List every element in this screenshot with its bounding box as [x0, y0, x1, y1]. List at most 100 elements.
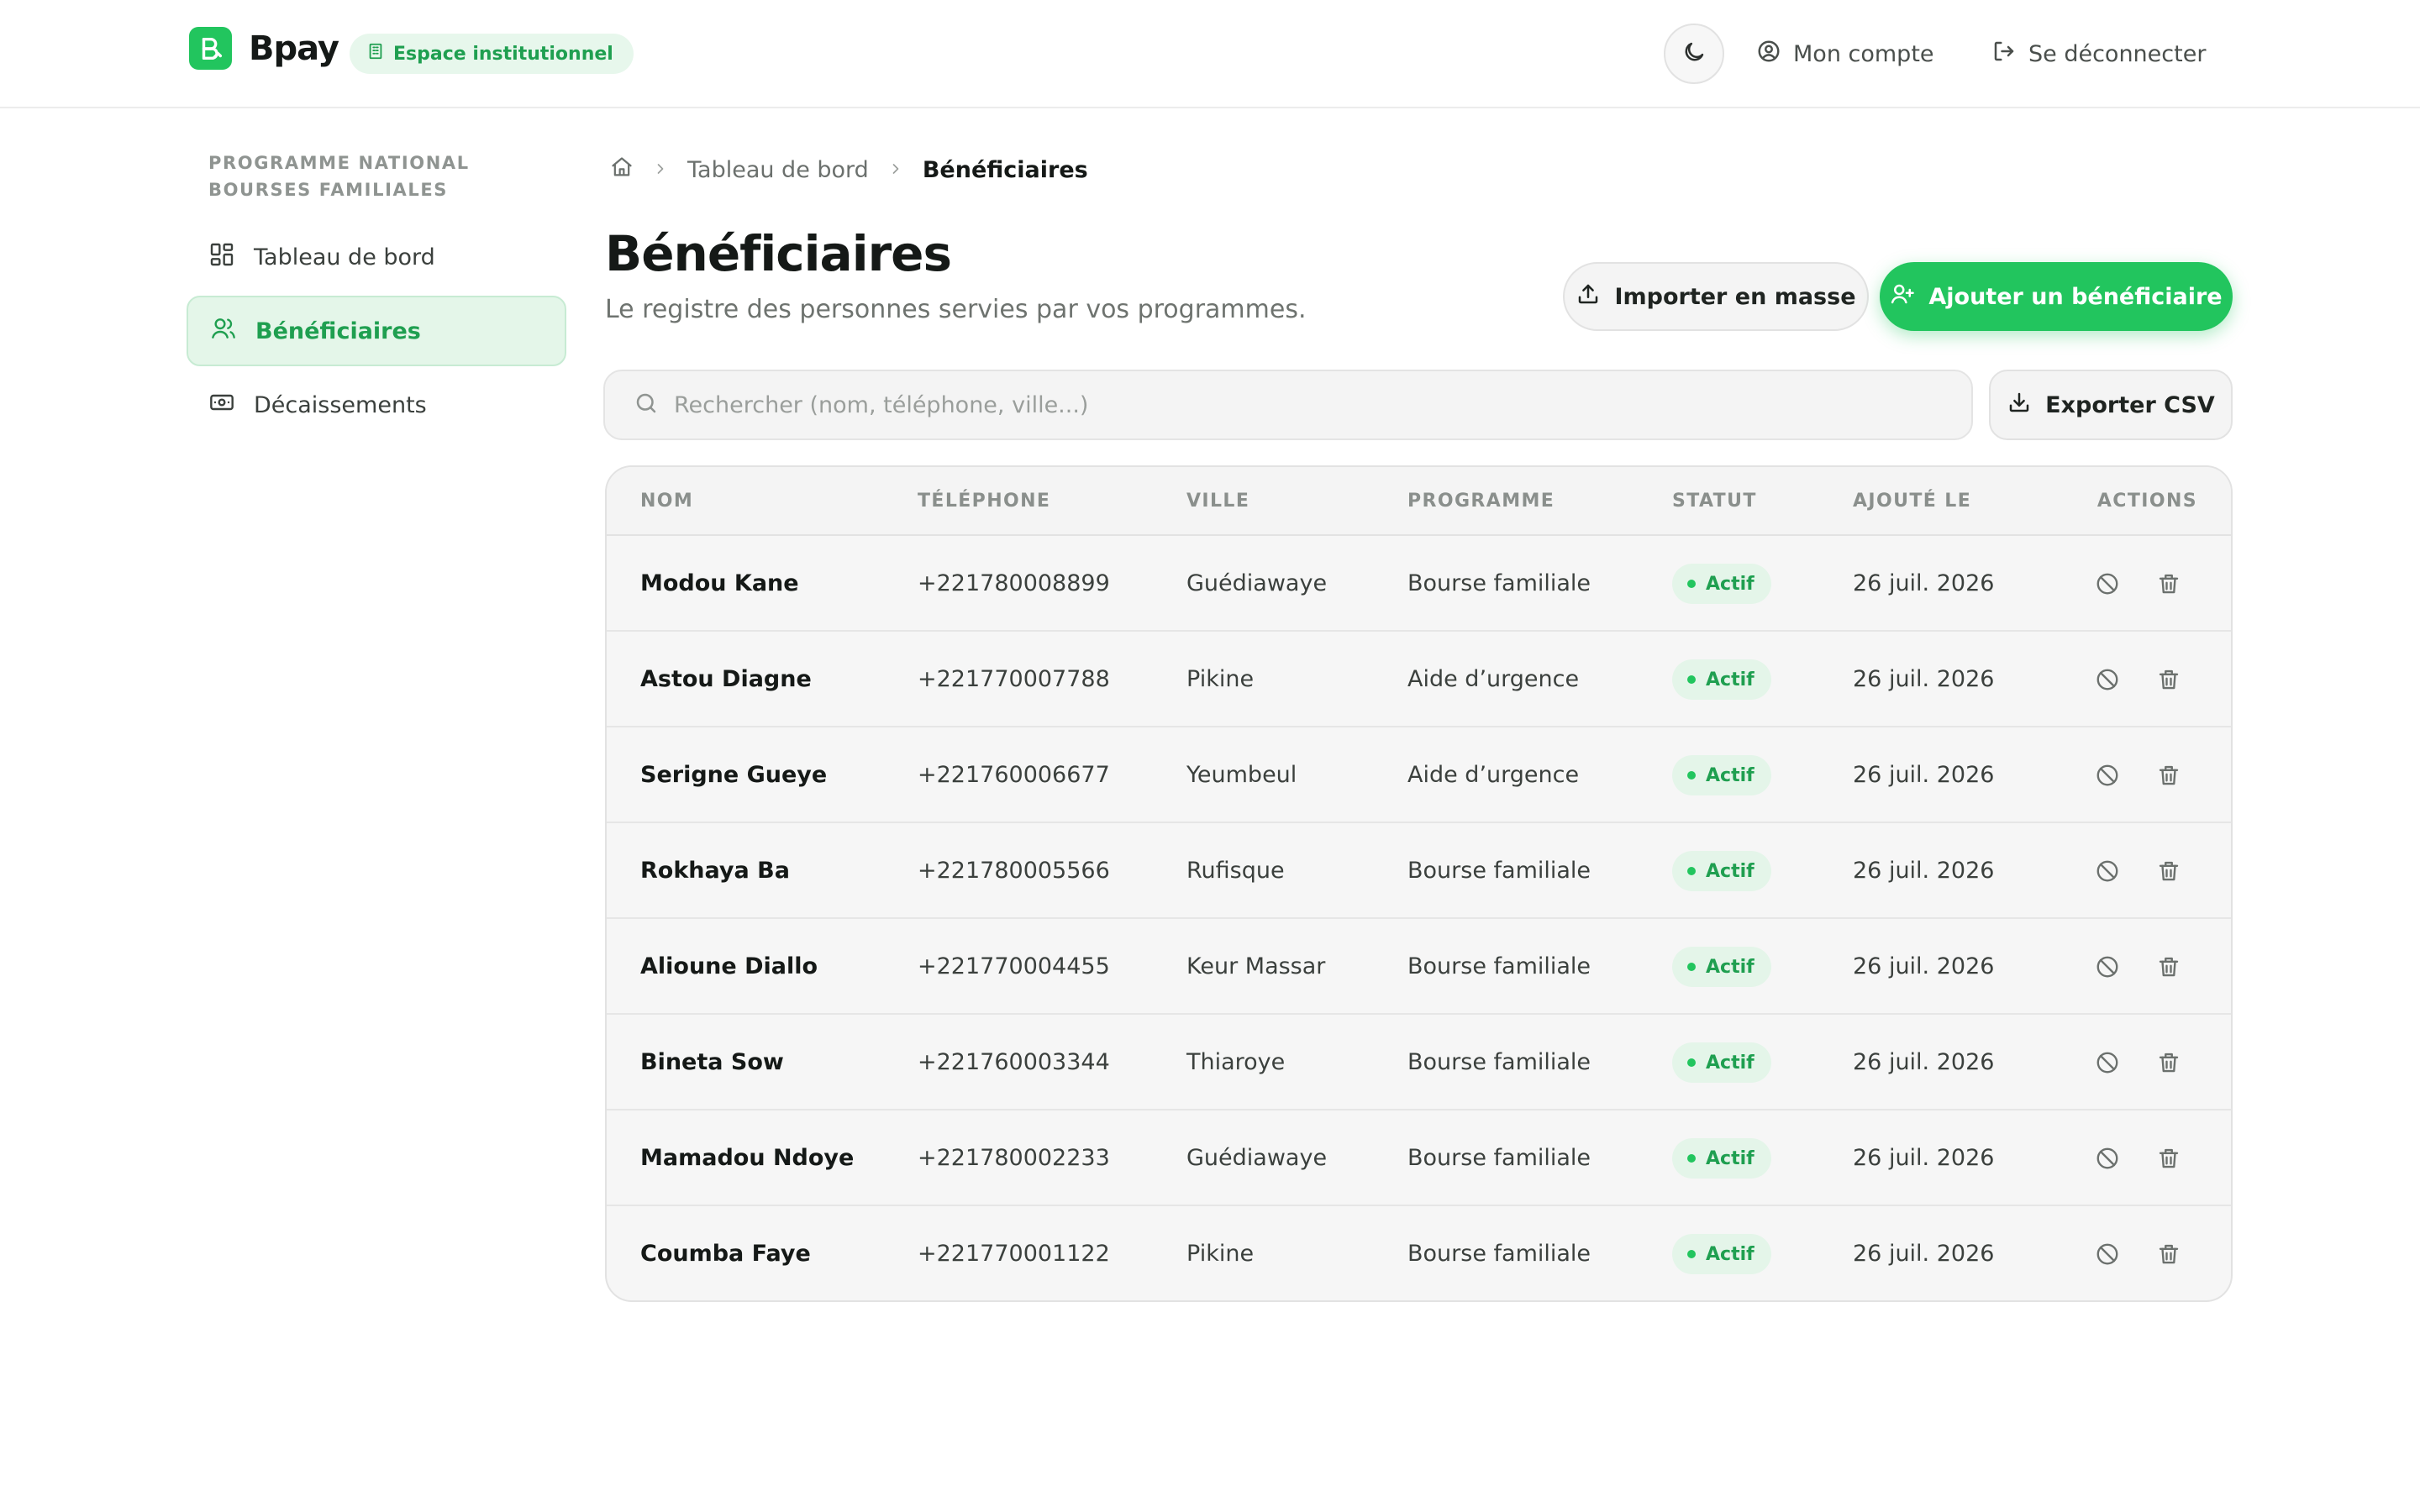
- beneficiary-name: Bineta Sow: [640, 1049, 784, 1075]
- download-icon: [2007, 390, 2032, 421]
- beneficiary-city: Keur Massar: [1186, 953, 1326, 979]
- beneficiary-program: Aide d’urgence: [1407, 666, 1580, 692]
- beneficiary-city: Yeumbeul: [1186, 762, 1297, 788]
- deactivate-icon[interactable]: [2094, 1241, 2121, 1268]
- deactivate-icon[interactable]: [2094, 1145, 2121, 1172]
- trash-icon[interactable]: [2155, 858, 2182, 885]
- import-bulk-button[interactable]: Importer en masse: [1563, 262, 1869, 331]
- status-label: Actif: [1706, 956, 1754, 978]
- status-badge: Actif: [1672, 1138, 1771, 1179]
- account-link[interactable]: Mon compte: [1756, 34, 1934, 74]
- deactivate-icon[interactable]: [2094, 953, 2121, 980]
- users-icon: [210, 315, 237, 348]
- status-dot: [1687, 580, 1696, 588]
- breadcrumb: Tableau de bord Bénéficiaires: [610, 153, 1088, 186]
- dashboard-icon: [208, 241, 235, 274]
- beneficiaries-table: NOM TÉLÉPHONE VILLE PROGRAMME STATUT AJO…: [605, 465, 2233, 1302]
- beneficiary-phone: +221770004455: [918, 953, 1110, 979]
- breadcrumb-dashboard-link[interactable]: Tableau de bord: [687, 157, 869, 183]
- beneficiary-added-date: 26 juil. 2026: [1853, 1241, 1995, 1267]
- status-badge: Actif: [1672, 1234, 1771, 1274]
- beneficiary-program: Aide d’urgence: [1407, 762, 1580, 788]
- deactivate-icon[interactable]: [2094, 762, 2121, 789]
- logout-link[interactable]: Se déconnecter: [1991, 34, 2206, 74]
- logout-label: Se déconnecter: [2028, 40, 2207, 67]
- search-input[interactable]: [674, 391, 1934, 418]
- sidebar-item-dashboard[interactable]: Tableau de bord: [187, 222, 566, 292]
- espace-badge-label: Espace institutionnel: [393, 43, 613, 65]
- user-circle-icon: [1756, 39, 1781, 70]
- espace-badge: Espace institutionnel: [350, 34, 634, 74]
- beneficiary-name: Modou Kane: [640, 570, 799, 596]
- deactivate-icon[interactable]: [2094, 666, 2121, 693]
- logout-icon: [1991, 39, 2017, 70]
- table-row[interactable]: Astou Diagne +221770007788 Pikine Aide d…: [607, 632, 2231, 727]
- sidebar-caption-line-2: BOURSES FAMILIALES: [208, 180, 448, 200]
- table-row[interactable]: Bineta Sow +221760003344 Thiaroye Bourse…: [607, 1015, 2231, 1110]
- status-dot: [1687, 675, 1696, 684]
- chevron-right-icon: [652, 157, 669, 183]
- beneficiary-added-date: 26 juil. 2026: [1853, 666, 1995, 692]
- breadcrumb-current: Bénéficiaires: [922, 156, 1088, 183]
- page-subtitle: Le registre des personnes servies par vo…: [605, 295, 1307, 324]
- sidebar-item-label: Décaissements: [254, 391, 427, 418]
- sidebar-item-decaissements[interactable]: Décaissements: [187, 370, 566, 440]
- column-header-city: VILLE: [1186, 491, 1250, 512]
- status-badge: Actif: [1672, 947, 1771, 987]
- status-badge: Actif: [1672, 564, 1771, 604]
- sidebar-item-beneficiaires[interactable]: Bénéficiaires: [187, 296, 566, 366]
- table-row[interactable]: Serigne Gueye +221760006677 Yeumbeul Aid…: [607, 727, 2231, 823]
- table-header: NOM TÉLÉPHONE VILLE PROGRAMME STATUT AJO…: [607, 467, 2231, 536]
- status-label: Actif: [1706, 573, 1754, 595]
- beneficiary-phone: +221760003344: [918, 1049, 1110, 1075]
- table-row[interactable]: Rokhaya Ba +221780005566 Rufisque Bourse…: [607, 823, 2231, 919]
- beneficiary-name: Rokhaya Ba: [640, 858, 790, 884]
- beneficiary-program: Bourse familiale: [1407, 858, 1591, 884]
- export-csv-label: Exporter CSV: [2045, 391, 2215, 418]
- import-bulk-label: Importer en masse: [1614, 283, 1856, 310]
- banknote-icon: [208, 389, 235, 422]
- add-beneficiary-label: Ajouter un bénéficiaire: [1928, 283, 2223, 310]
- bpay-logo-icon[interactable]: [189, 27, 232, 70]
- deactivate-icon[interactable]: [2094, 1049, 2121, 1076]
- trash-icon[interactable]: [2155, 1049, 2182, 1076]
- export-csv-button[interactable]: Exporter CSV: [1989, 370, 2233, 440]
- beneficiary-city: Pikine: [1186, 666, 1255, 692]
- theme-toggle-button[interactable]: [1664, 24, 1724, 84]
- trash-icon[interactable]: [2155, 666, 2182, 693]
- beneficiary-phone: +221780008899: [918, 570, 1110, 596]
- table-row[interactable]: Modou Kane +221780008899 Guédiawaye Bour…: [607, 536, 2231, 632]
- column-header-phone: TÉLÉPHONE: [918, 491, 1051, 512]
- search-icon: [634, 391, 659, 419]
- status-dot: [1687, 867, 1696, 875]
- trash-icon[interactable]: [2155, 1145, 2182, 1172]
- beneficiary-city: Guédiawaye: [1186, 1145, 1328, 1171]
- search-bar[interactable]: [603, 370, 1973, 440]
- add-beneficiary-button[interactable]: Ajouter un bénéficiaire: [1880, 262, 2233, 331]
- column-header-actions: ACTIONS: [2096, 491, 2197, 512]
- upload-icon: [1576, 281, 1601, 312]
- status-label: Actif: [1706, 1243, 1754, 1265]
- table-row[interactable]: Coumba Faye +221770001122 Pikine Bourse …: [607, 1206, 2231, 1300]
- status-label: Actif: [1706, 764, 1754, 786]
- beneficiary-city: Guédiawaye: [1186, 570, 1328, 596]
- trash-icon[interactable]: [2155, 762, 2182, 789]
- beneficiary-program: Bourse familiale: [1407, 953, 1591, 979]
- table-row[interactable]: Alioune Diallo +221770004455 Keur Massar…: [607, 919, 2231, 1015]
- trash-icon[interactable]: [2155, 1241, 2182, 1268]
- table-row[interactable]: Mamadou Ndoye +221780002233 Guédiawaye B…: [607, 1110, 2231, 1206]
- status-label: Actif: [1706, 1147, 1754, 1169]
- brand-name[interactable]: Bpay: [249, 29, 339, 69]
- beneficiary-name: Mamadou Ndoye: [640, 1145, 855, 1171]
- home-icon[interactable]: [610, 155, 634, 185]
- beneficiary-city: Pikine: [1186, 1241, 1255, 1267]
- trash-icon[interactable]: [2155, 953, 2182, 980]
- beneficiary-program: Bourse familiale: [1407, 570, 1591, 596]
- building-icon: [366, 42, 385, 66]
- deactivate-icon[interactable]: [2094, 570, 2121, 597]
- page-title: Bénéficiaires: [605, 225, 952, 282]
- deactivate-icon[interactable]: [2094, 858, 2121, 885]
- trash-icon[interactable]: [2155, 570, 2182, 597]
- beneficiary-added-date: 26 juil. 2026: [1853, 570, 1995, 596]
- status-dot: [1687, 1154, 1696, 1163]
